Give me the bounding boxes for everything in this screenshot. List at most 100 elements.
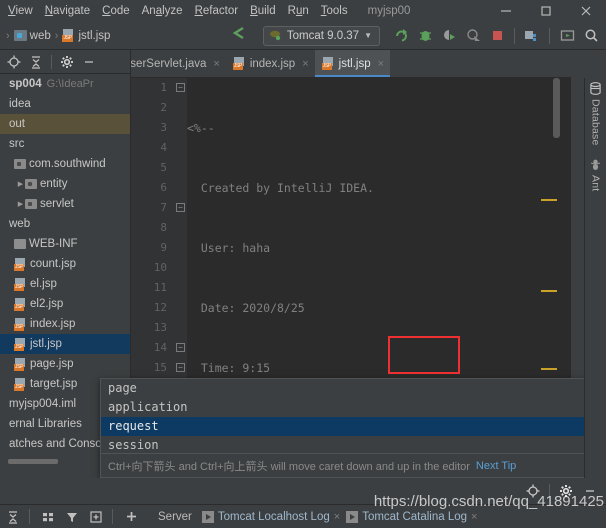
jsp-file-icon: JSP [232,57,246,70]
database-icon [590,82,601,95]
run-icon[interactable] [390,25,412,47]
minimize-icon[interactable] [486,0,526,22]
log-tab-catalina[interactable]: Tomcat Catalina Log × [346,510,477,523]
breadcrumb-item-web[interactable]: web [13,30,51,42]
settings-gear-icon[interactable] [556,481,576,501]
add-frame-icon[interactable] [85,506,107,528]
menu-item-tools[interactable]: Tools [315,0,354,22]
debug-icon[interactable] [414,25,436,47]
back-arrow-icon[interactable] [229,24,249,47]
bottom-area: Server Tomcat Localhost Log × Tomcat Cat… [0,478,606,528]
menu-item-analyze[interactable]: Analyze [136,0,189,22]
next-tip-link[interactable]: Next Tip [476,460,516,472]
menu-item-refactor[interactable]: Refactor [189,0,244,22]
close-icon[interactable]: × [213,58,219,70]
editor-tab-jstl-jsp[interactable]: JSP jstl.jsp × [314,50,391,77]
tree-node-page-jsp[interactable]: JSP page.jsp [0,354,130,374]
maximize-icon[interactable] [526,0,566,22]
tree-node-index-jsp[interactable]: JSP index.jsp [0,314,130,334]
tree-node-web[interactable]: web [0,214,130,234]
close-icon[interactable]: × [302,58,308,70]
editor-tab-index-jsp[interactable]: JSP index.jsp × [226,50,315,77]
locate-icon[interactable] [523,481,543,501]
settings-gear-icon[interactable] [57,52,77,72]
filter-icon[interactable] [61,506,83,528]
fold-marker[interactable]: − [176,83,185,92]
expand-arrow-icon[interactable]: ▶ [16,200,25,208]
plus-icon[interactable] [120,506,142,528]
close-icon[interactable]: × [334,511,340,523]
code-editor[interactable]: 123456789101112131415 − − − − − − <%-- C… [131,78,571,378]
app-server-icon[interactable] [556,25,578,47]
tree-node-label: atches and Conso [9,438,102,450]
tree-node-count-jsp[interactable]: JSP count.jsp [0,254,130,274]
tree-node-servlet[interactable]: ▶ servlet [0,194,130,214]
menu-item-code[interactable]: Code [96,0,136,22]
folder-gray-icon [25,179,37,189]
line-number: 1 [160,81,167,94]
toolbar-divider [549,27,550,44]
fold-column[interactable]: − − − − − − [173,78,187,378]
hide-icon[interactable] [580,481,600,501]
tree-node-web-inf[interactable]: WEB-INF [0,234,130,254]
autocomplete-item-page[interactable]: page [101,379,605,398]
code-content[interactable]: <%-- Created by IntelliJ IDEA. User: hah… [187,78,571,378]
tree-node-entity[interactable]: ▶ entity [0,174,130,194]
collapse-icon[interactable] [2,506,24,528]
close-icon[interactable] [566,0,606,22]
server-label[interactable]: Server [158,511,192,523]
menu-item-navigate[interactable]: Navigate [39,0,96,22]
tree-node-el-jsp[interactable]: JSP el.jsp [0,274,130,294]
hide-panel-icon[interactable] [79,52,99,72]
profile-icon[interactable] [462,25,484,47]
tool-button-ant[interactable]: Ant [585,146,606,191]
tree-node-src[interactable]: src [0,134,130,154]
fold-marker[interactable]: − [176,203,185,212]
log-tab-localhost[interactable]: Tomcat Localhost Log × [201,510,340,523]
autocomplete-item-request[interactable]: request [101,417,605,436]
collapse-all-icon[interactable] [26,52,46,72]
fold-marker[interactable]: − [176,343,185,352]
locate-target-icon[interactable] [4,52,24,72]
run-with-coverage-icon[interactable] [438,25,460,47]
jsp-file-icon: JSP [14,277,27,291]
log-tab-label: Tomcat Catalina Log [362,510,468,523]
line-number: 4 [160,141,167,154]
editor-scrollbar[interactable] [541,78,560,378]
grid-icon[interactable] [37,506,59,528]
tree-node-el2-jsp[interactable]: JSP el2.jsp [0,294,130,314]
stop-icon[interactable] [486,25,508,47]
search-everywhere-icon[interactable] [580,25,602,47]
close-icon[interactable]: × [471,511,477,523]
autocomplete-item-application[interactable]: application [101,398,605,417]
run-configuration-selector[interactable]: Tomcat 9.0.37 ▼ [262,25,380,46]
tool-button-database[interactable]: Database [585,78,606,146]
autocomplete-popup[interactable]: page application request session Ctrl+向下箭头 … [100,378,606,478]
editor-scrollbar-thumb[interactable] [553,78,560,138]
project-tree-scrollbar[interactable] [8,459,58,464]
close-icon[interactable]: × [378,58,384,70]
tip-text: Ctrl+向下箭头 and Ctrl+向上箭头 will move caret … [108,460,470,473]
line-number: 9 [160,241,167,254]
expand-arrow-icon[interactable]: ▶ [16,180,25,188]
editor-tab-userservlet-java[interactable]: CUserServlet.java× [131,50,226,77]
autocomplete-list[interactable]: page application request session [101,379,605,455]
menu-item-run[interactable]: Run [282,0,315,22]
menu-item-view[interactable]: View [2,0,39,22]
code-line-text: Time: 9:15 [187,361,271,375]
line-number: 6 [160,181,167,194]
line-number: 8 [160,221,167,234]
tree-node-jstl-jsp[interactable]: JSP jstl.jsp [0,334,130,354]
code-line-text: Date: 2020/8/25 [187,301,305,315]
code-line: <%-- [187,118,571,138]
fold-marker[interactable]: − [176,363,185,372]
breadcrumb-item-jstl[interactable]: JSP jstl.jsp [62,29,110,42]
jsp-file-icon: JSP [14,337,27,351]
tree-node-out[interactable]: out [0,114,130,134]
build-project-icon[interactable] [521,25,543,47]
tree-node-sp004[interactable]: sp004 G:\IdeaPr [0,74,130,94]
tree-node-com-southwind[interactable]: com.southwind [0,154,130,174]
menu-item-build[interactable]: Build [244,0,282,22]
tool-label-ant: Ant [589,174,602,191]
tree-node-idea[interactable]: idea [0,94,130,114]
